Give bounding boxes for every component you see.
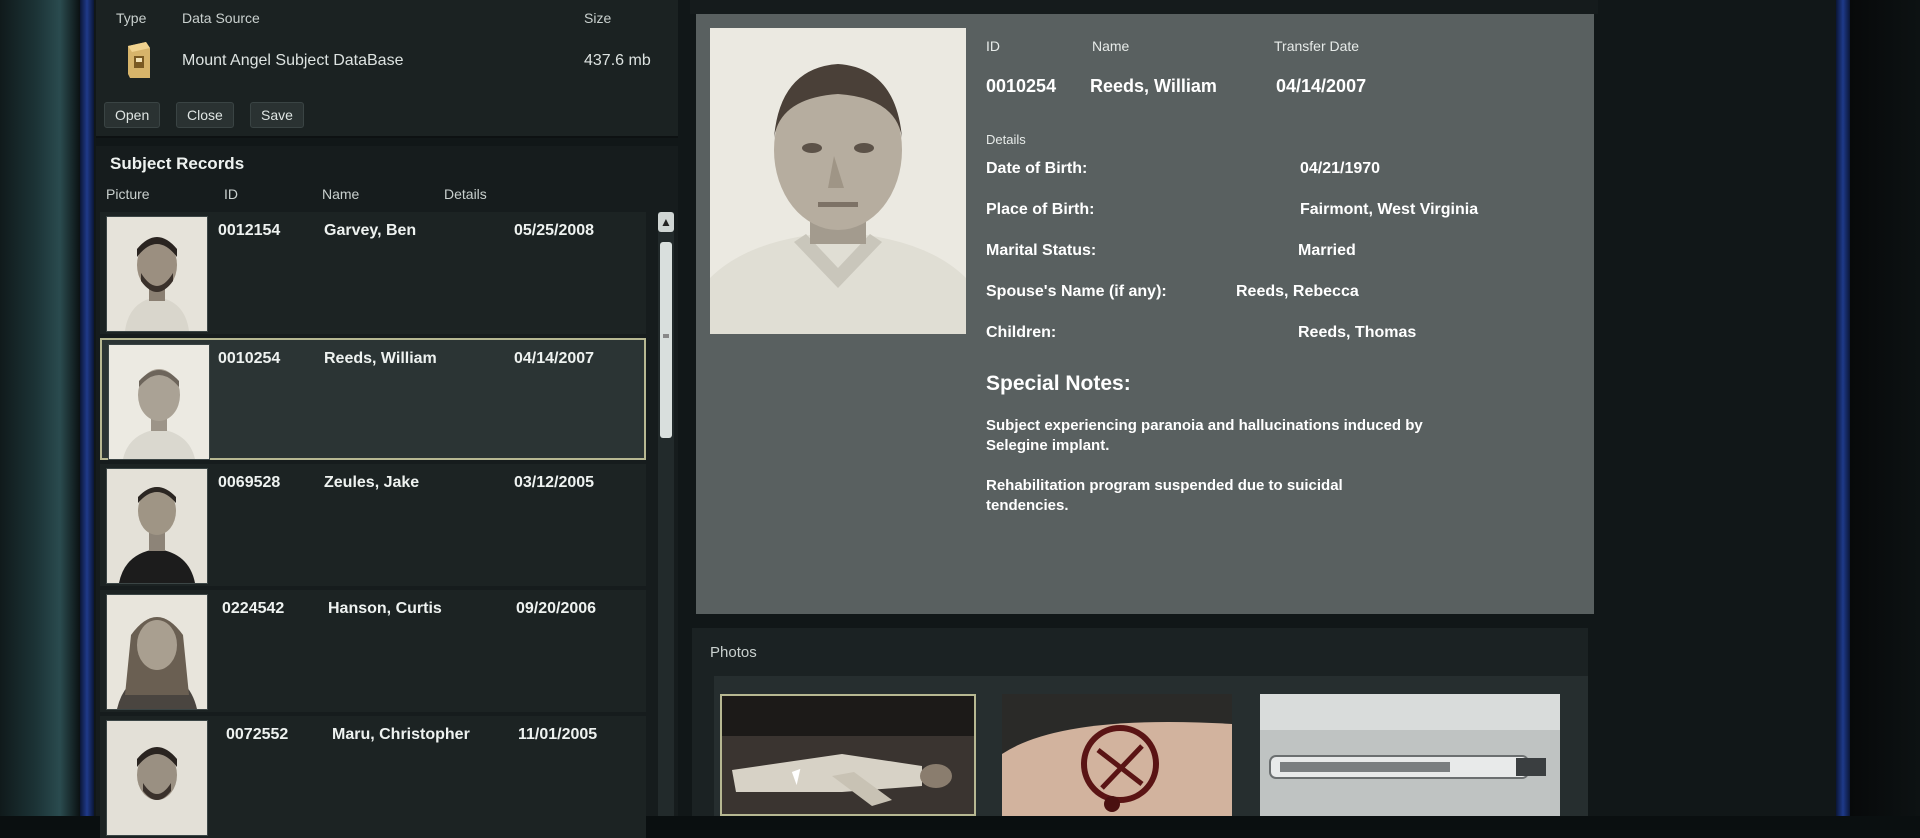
type-column-header: Type	[116, 10, 147, 26]
date-of-birth-value: 04/21/1970	[1300, 160, 1381, 177]
record-name: Hanson, Curtis	[328, 600, 442, 617]
table-row[interactable]: 0012154 Garvey, Ben 05/25/2008	[100, 212, 646, 334]
monitor-bezel-left	[0, 0, 80, 816]
scroll-grip-icon	[663, 334, 669, 338]
table-row[interactable]: 0069528 Zeules, Jake 03/12/2005	[100, 464, 646, 586]
name-column-header[interactable]: Name	[322, 186, 359, 202]
record-name: Maru, Christopher	[332, 726, 470, 743]
subject-photo	[108, 344, 210, 460]
photo-thumbnail[interactable]	[1002, 694, 1232, 816]
data-source-panel: Type Data Source Size Mount Angel Subjec…	[96, 0, 678, 138]
subject-photo	[106, 468, 208, 584]
picture-column-header[interactable]: Picture	[106, 186, 150, 202]
photo-thumbnail-selected[interactable]	[720, 694, 976, 816]
spouse-name-value: Reeds, Rebecca	[1236, 283, 1359, 300]
subject-portrait	[710, 28, 966, 334]
record-name: Garvey, Ben	[324, 222, 417, 239]
monitor-bezel-right	[1850, 0, 1920, 816]
subject-records-title: Subject Records	[110, 154, 245, 173]
record-id: 0224542	[222, 600, 285, 617]
place-of-birth-label: Place of Birth:	[986, 201, 1095, 218]
transfer-date-header: Transfer Date	[1274, 38, 1360, 54]
record-name: Zeules, Jake	[324, 474, 420, 491]
record-id: 0010254	[218, 350, 281, 367]
subject-photo	[106, 216, 208, 332]
transfer-date: 04/14/2007	[1276, 76, 1367, 96]
database-icon[interactable]	[122, 40, 152, 80]
table-row[interactable]: 0224542 Hanson, Curtis 09/20/2006	[100, 590, 646, 712]
records-scrollbar[interactable]: ▲	[658, 212, 674, 816]
scrollbar-thumb[interactable]	[660, 242, 672, 438]
record-date: 11/01/2005	[518, 726, 598, 743]
place-of-birth-value: Fairmont, West Virginia	[1300, 201, 1479, 218]
subject-id: 0010254	[986, 76, 1057, 96]
close-button[interactable]: Close	[176, 102, 234, 128]
record-id: 0069528	[218, 474, 281, 491]
photos-strip	[714, 676, 1588, 816]
table-row[interactable]: 0072552 Maru, Christopher 11/01/2005	[100, 716, 646, 838]
record-id: 0072552	[226, 726, 289, 743]
id-header: ID	[986, 38, 1000, 54]
name-header: Name	[1092, 38, 1130, 54]
subject-photo	[106, 720, 208, 836]
details-label: Details	[986, 132, 1026, 147]
subject-records-panel: Subject Records Picture ID Name Details …	[96, 146, 678, 838]
scroll-up-arrow-icon[interactable]: ▲	[658, 212, 674, 232]
special-note: Rehabilitation program suspended due to …	[986, 477, 1343, 514]
special-notes-title: Special Notes:	[986, 372, 1131, 395]
record-date: 04/14/2007	[514, 350, 595, 367]
spouse-name-label: Spouse's Name (if any):	[986, 283, 1167, 300]
record-id: 0012154	[218, 222, 281, 239]
record-name: Reeds, William	[324, 350, 437, 367]
data-source-name[interactable]: Mount Angel Subject DataBase	[182, 52, 403, 70]
monitor-frame-left	[80, 0, 94, 816]
record-date: 05/25/2008	[514, 222, 595, 239]
table-row-selected[interactable]: 0010254 Reeds, William 04/14/2007	[100, 338, 646, 460]
special-note: Subject experiencing paranoia and halluc…	[986, 417, 1423, 454]
subject-records-list: 0012154 Garvey, Ben 05/25/2008 0010254 R…	[100, 212, 652, 838]
size-column-header: Size	[584, 10, 612, 26]
details-column-header[interactable]: Details	[444, 186, 487, 202]
detail-panel-header-strip	[690, 0, 1598, 14]
data-source-column-header: Data Source	[182, 10, 260, 26]
id-column-header[interactable]: ID	[224, 186, 238, 202]
monitor-frame-right	[1836, 0, 1850, 816]
photo-thumbnail[interactable]	[1260, 694, 1560, 816]
photos-panel: Photos	[692, 628, 1588, 816]
save-button[interactable]: Save	[250, 102, 304, 128]
subject-photo	[106, 594, 208, 710]
date-of-birth-label: Date of Birth:	[986, 160, 1088, 177]
children-label: Children:	[986, 324, 1057, 341]
open-button[interactable]: Open	[104, 102, 161, 128]
subject-name: Reeds, William	[1090, 76, 1217, 96]
record-date: 09/20/2006	[516, 600, 597, 617]
subject-detail-panel: ID Name Transfer Date 0010254 Reeds, Wil…	[696, 14, 1594, 614]
children-value: Reeds, Thomas	[1298, 324, 1417, 341]
photos-title: Photos	[710, 644, 757, 661]
marital-status-value: Married	[1298, 242, 1356, 259]
record-date: 03/12/2005	[514, 474, 595, 491]
data-source-size: 437.6 mb	[584, 52, 651, 69]
marital-status-label: Marital Status:	[986, 242, 1097, 259]
